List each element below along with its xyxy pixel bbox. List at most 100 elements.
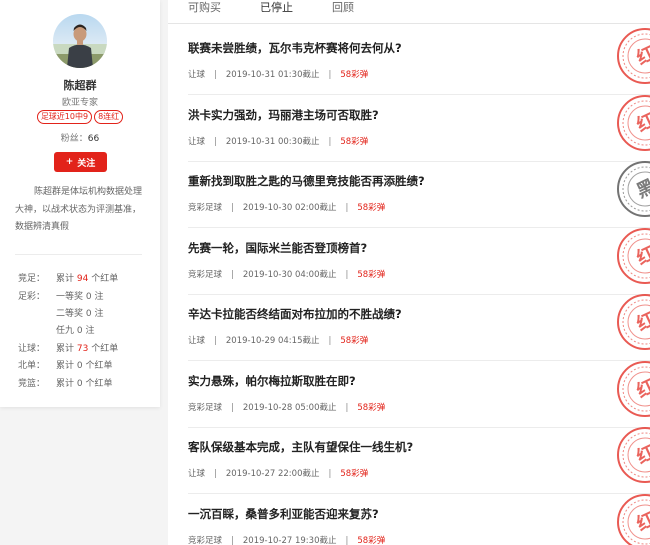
article-category: 让球	[188, 469, 206, 479]
result-stamp-icon: 黑	[617, 161, 650, 217]
article-title[interactable]: 重新找到取胜之匙的马德里竞技能否再添胜绩?	[188, 173, 425, 189]
stat-prefix: 累计	[56, 344, 77, 354]
article-title[interactable]: 实力悬殊，帕尔梅拉斯取胜在即?	[188, 373, 356, 389]
meta-separator: |	[231, 269, 234, 280]
stat-row: 北单： 累计 0 个红单	[18, 358, 112, 371]
result-stamp-text: 红	[633, 374, 650, 402]
avatar[interactable]	[53, 14, 107, 68]
stat-suffix: 个红单	[82, 379, 113, 389]
stat-prefix: 累计	[56, 361, 77, 371]
article-deadline: 2019-10-30 04:00截止	[242, 269, 337, 280]
result-stamp-icon: 红	[617, 294, 650, 350]
article-category: 竞彩足球	[188, 535, 223, 545]
article-deadline: 2019-10-27 19:30截止	[242, 535, 337, 545]
expert-name: 陈超群	[63, 79, 97, 92]
article-meta: 竞彩足球 | 2019-10-28 05:00截止 | 58彩弹	[188, 401, 385, 413]
article-price: 58彩弹	[357, 535, 386, 545]
article-deadline: 2019-10-31 00:30截止	[225, 136, 320, 147]
expert-title: 欧亚专家	[61, 98, 98, 108]
article-item[interactable]: 客队保级基本完成，主队有望保住一线生机? 让球 | 2019-10-27 22:00截…	[168, 427, 650, 494]
article-deadline: 2019-10-27 22:00截止	[225, 469, 320, 479]
article-category: 竞彩足球	[188, 203, 223, 213]
article-item[interactable]: 联赛未尝胜绩，瓦尔韦克杯赛将何去何从? 让球 | 2019-10-31 01:30截止…	[168, 28, 650, 95]
meta-separator: |	[345, 203, 349, 213]
article-list-panel: 可购买 已停止 回顾 联赛未尝胜绩，瓦尔韦克杯赛将何去何从? 让球 | 2019-10…	[168, 0, 650, 545]
article-deadline: 2019-10-31 01:30截止	[225, 70, 320, 80]
result-stamp-icon: 红	[617, 360, 650, 417]
meta-separator: |	[214, 336, 217, 346]
result-stamp-text: 黑	[634, 176, 650, 203]
article-meta: 让球 | 2019-10-29 04:15截止 | 58彩弹	[188, 334, 368, 346]
stat-row: 让球： 累计 73 个红单	[18, 341, 118, 354]
result-stamp-icon: 红	[617, 427, 650, 483]
result-stamp-text: 红	[633, 308, 650, 336]
article-category: 竞彩足球	[188, 269, 223, 280]
article-deadline: 2019-10-29 04:15截止	[225, 336, 320, 346]
meta-separator: |	[345, 535, 349, 545]
article-deadline: 2019-10-28 05:00截止	[242, 402, 337, 413]
stat-label: 北单：	[18, 361, 46, 371]
article-title[interactable]: 先赛一轮，国际米兰能否登顶榜首?	[188, 240, 367, 256]
stat-suffix: 注	[82, 326, 95, 336]
meta-separator: |	[231, 535, 234, 545]
avatar-photo	[53, 24, 107, 68]
stat-label: 竞足：	[18, 274, 46, 284]
meta-separator: |	[345, 269, 349, 280]
meta-separator: |	[328, 70, 332, 80]
meta-separator: |	[328, 136, 332, 147]
stat-suffix: 注	[91, 309, 104, 319]
article-title[interactable]: 洪卡实力强劲，玛丽港主场可否取胜?	[188, 107, 379, 123]
result-stamp-icon: 红	[617, 28, 650, 84]
stat-label: 让球：	[18, 344, 46, 354]
result-stamp-icon: 红	[617, 94, 650, 151]
follow-label: 关注	[77, 158, 96, 169]
article-item[interactable]: 重新找到取胜之匙的马德里竞技能否再添胜绩? 竞彩足球 | 2019-10-30 02:…	[168, 161, 650, 228]
article-title[interactable]: 辛达卡拉能否终结面对布拉加的不胜战绩?	[188, 306, 402, 322]
tab-stopped[interactable]: 已停止	[260, 0, 293, 15]
stat-prefix: 累计	[56, 274, 77, 284]
stat-prefix: 二等奖	[56, 309, 86, 319]
expert-profile-card: 陈超群 欧亚专家 足球近10中9 8连红 粉丝：66 + 关注 陈超群是体坛机构…	[0, 0, 160, 407]
result-stamp-text: 红	[633, 507, 650, 535]
article-category: 竞彩足球	[188, 402, 223, 413]
tab-review[interactable]: 回顾	[332, 0, 354, 15]
stat-suffix: 个红单	[82, 361, 113, 371]
stat-row: 足彩： 一等奖 0 注	[18, 289, 103, 302]
article-title[interactable]: 客队保级基本完成，主队有望保住一线生机?	[188, 439, 413, 455]
stat-prefix: 任九	[56, 326, 77, 336]
stat-suffix: 个红单	[88, 344, 119, 354]
article-meta: 让球 | 2019-10-27 22:00截止 | 58彩弹	[188, 467, 368, 479]
fans-label: 粉丝：	[60, 134, 88, 144]
expert-bio: 陈超群是体坛机构数据处理大神，以战术状态为评测基准，数据辨清真假	[15, 187, 143, 232]
stat-row: 任九 0 注	[18, 323, 94, 336]
article-category: 让球	[188, 136, 206, 147]
article-item[interactable]: 实力悬殊，帕尔梅拉斯取胜在即? 竞彩足球 | 2019-10-28 05:00截止 | 5…	[168, 360, 650, 428]
article-item[interactable]: 洪卡实力强劲，玛丽港主场可否取胜? 让球 | 2019-10-31 00:30截止 | 5…	[168, 94, 650, 162]
meta-separator: |	[214, 70, 217, 80]
meta-separator: |	[231, 203, 234, 213]
article-item[interactable]: 一沉百睬，桑普多利亚能否迎来复苏? 竞彩足球 | 2019-10-27 19:30截止…	[168, 493, 650, 545]
article-item[interactable]: 辛达卡拉能否终结面对布拉加的不胜战绩? 让球 | 2019-10-29 04:15截止…	[168, 294, 650, 361]
follow-button[interactable]: + 关注	[54, 152, 107, 172]
article-price: 58彩弹	[357, 203, 386, 213]
stat-value: 73	[76, 344, 89, 354]
article-price: 58彩弹	[357, 402, 386, 413]
meta-separator: |	[231, 402, 234, 413]
divider	[15, 254, 142, 255]
fans-number: 66	[87, 134, 100, 144]
article-item[interactable]: 先赛一轮，国际米兰能否登顶榜首? 竞彩足球 | 2019-10-30 04:00截止 |…	[168, 227, 650, 295]
meta-separator: |	[345, 402, 349, 413]
article-category: 让球	[188, 336, 206, 346]
article-category: 让球	[188, 70, 206, 80]
expert-tags: 足球近10中9 8连红	[0, 110, 160, 124]
stat-value: 94	[76, 274, 89, 284]
record-tag: 足球近10中9	[36, 110, 93, 124]
meta-separator: |	[328, 336, 332, 346]
meta-separator: |	[328, 469, 332, 479]
article-title[interactable]: 联赛未尝胜绩，瓦尔韦克杯赛将何去何从?	[188, 40, 402, 56]
stat-row: 竞篮： 累计 0 个红单	[18, 376, 112, 389]
article-title[interactable]: 一沉百睬，桑普多利亚能否迎来复苏?	[188, 506, 379, 522]
article-price: 58彩弹	[340, 469, 369, 479]
tab-purchasable[interactable]: 可购买	[188, 0, 221, 15]
stat-suffix: 注	[91, 292, 104, 302]
